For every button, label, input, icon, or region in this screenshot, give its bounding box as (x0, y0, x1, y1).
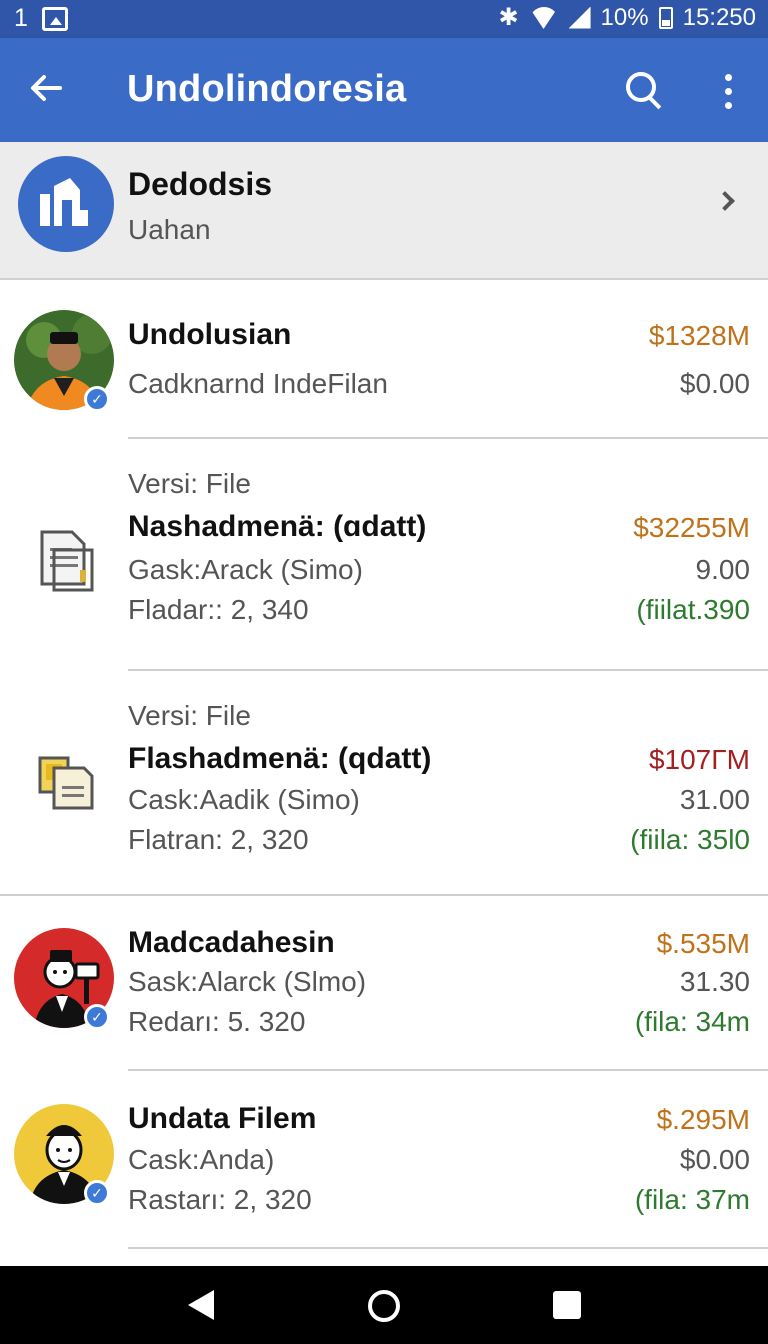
item-amount: $1328M (648, 320, 750, 351)
item-detail: Redarı: 5. 320 (128, 1006, 306, 1037)
item-amount-secondary: 31.30 (679, 966, 750, 997)
status-bar: 1 ✱ 10% 15:250 (0, 0, 768, 38)
item-title: Undolusian (128, 318, 292, 351)
item-amount: $.535M (656, 928, 750, 959)
divider (128, 1069, 768, 1071)
document-icon (36, 752, 96, 818)
item-amount-status: (fiila: 35l0 (630, 824, 750, 855)
divider (128, 437, 768, 439)
item-header: Versi: File (128, 468, 251, 499)
list-item[interactable]: Versi: File Flashadmenä: (qdatt) Cask:Aa… (0, 672, 768, 896)
item-amount-secondary: 9.00 (695, 554, 751, 585)
item-detail: Cask:Aadik (Simo) (128, 784, 360, 815)
bluetooth-icon: ✱ (498, 4, 519, 31)
item-detail: Rastarı: 2, 320 (128, 1184, 312, 1215)
nav-home-icon[interactable] (368, 1290, 400, 1322)
wifi-icon (529, 7, 559, 29)
item-amount: $32255M (633, 512, 750, 543)
battery-icon (658, 6, 673, 29)
bank-logo-icon (18, 156, 114, 252)
app-bar: Undolindoresia (0, 38, 768, 142)
chevron-right-icon (715, 191, 735, 211)
verified-check-icon: ✓ (84, 386, 110, 412)
verified-check-icon: ✓ (84, 1180, 110, 1206)
more-options-icon[interactable] (718, 72, 738, 112)
item-detail: Gask:Arack (Simo) (128, 554, 363, 585)
list-item[interactable]: Versi: File Nashadmenä: (ɑdatt) Gask:Ara… (0, 440, 768, 672)
item-amount-secondary: 31.00 (679, 784, 750, 815)
item-detail: Cask:Anda) (128, 1144, 275, 1175)
list-item[interactable]: ✓ Undata Filem Cask:Anda) Rastarı: 2, 32… (0, 1072, 768, 1252)
back-arrow-icon[interactable] (26, 68, 66, 108)
account-header[interactable]: Dedodsis Uahan (0, 142, 768, 280)
item-detail: Flatran: 2, 320 (128, 824, 309, 855)
item-title: Nashadmenä: (ɑdatt) (128, 510, 427, 543)
list-item[interactable]: ✓ Madcadahesin Sask:Alarck (Slmo) Redarı… (0, 896, 768, 1072)
item-header: Versi: File (128, 700, 251, 731)
item-title: Undata Filem (128, 1102, 317, 1135)
image-notification-icon (41, 6, 68, 31)
document-icon (36, 528, 96, 594)
item-title: Madcadahesin (128, 926, 335, 959)
list-item[interactable]: ✓ Undolusian Cadknarnd IndeFilan $1328M … (0, 282, 768, 439)
item-amount-status: (fiilat.390 (636, 594, 750, 625)
verified-check-icon: ✓ (84, 1004, 110, 1030)
item-amount-status: (fila: 37m (634, 1184, 750, 1215)
item-amount-status: (fila: 34m (634, 1006, 750, 1037)
battery-percent: 10% (600, 3, 649, 31)
item-detail: Fladar:: 2, 340 (128, 594, 309, 625)
account-subtitle: Uahan (128, 214, 211, 245)
item-amount: $107ΓM (648, 744, 750, 775)
item-title: Flashadmenä: (qdatt) (128, 742, 432, 775)
clock: 15:250 (682, 3, 756, 31)
item-amount-secondary: $0.00 (679, 368, 750, 399)
notification-count: 1 (14, 4, 28, 32)
divider (128, 669, 768, 671)
nav-back-icon[interactable] (188, 1290, 214, 1320)
item-amount: $.295M (656, 1104, 750, 1135)
item-detail: Cadknarnd IndeFilan (128, 368, 388, 399)
divider (128, 1247, 768, 1249)
system-nav-bar (0, 1266, 768, 1344)
nav-recents-icon[interactable] (553, 1291, 581, 1319)
search-icon[interactable] (622, 70, 664, 112)
signal-icon (568, 6, 591, 29)
item-amount-secondary: $0.00 (679, 1144, 750, 1175)
account-name: Dedodsis (128, 166, 273, 202)
page-title: Undolindoresia (127, 68, 407, 110)
item-detail: Sask:Alarck (Slmo) (128, 966, 367, 997)
